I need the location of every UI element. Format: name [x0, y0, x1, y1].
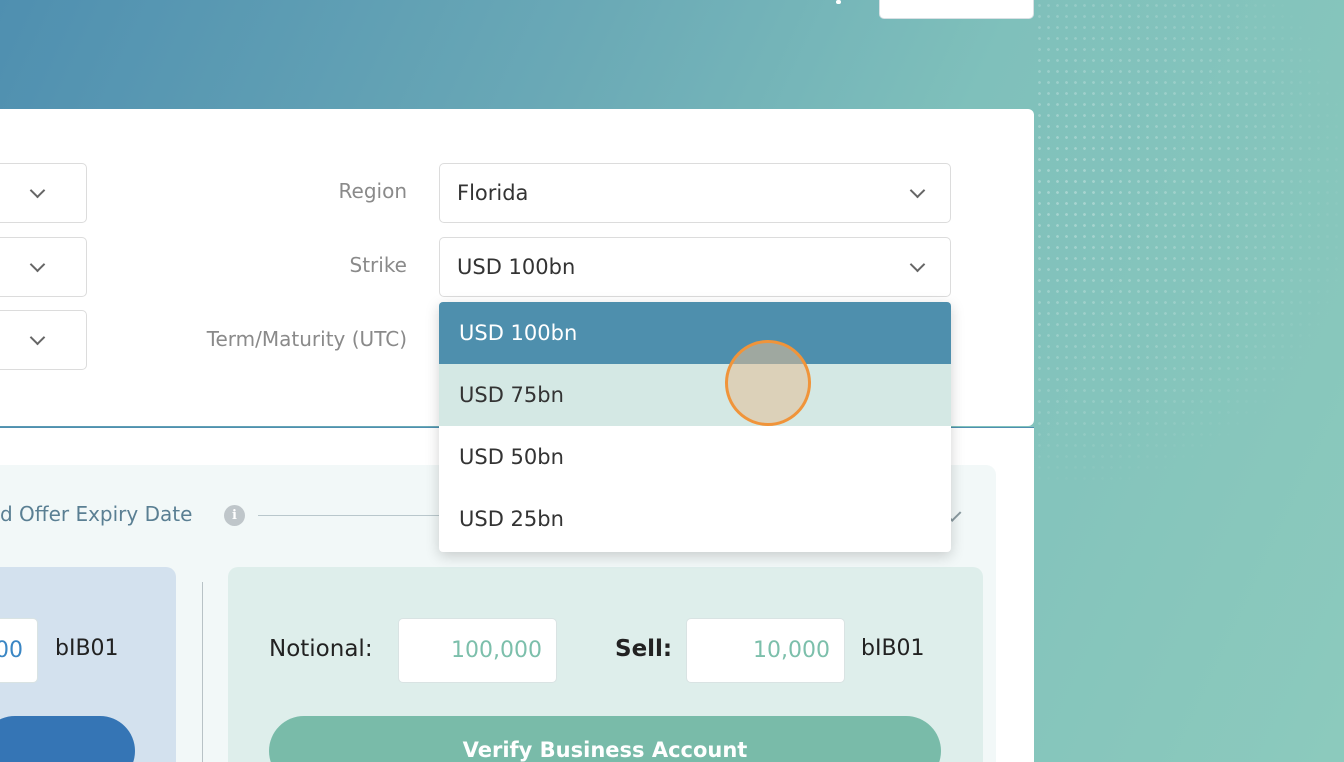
sell-input[interactable]: 10,000 [686, 618, 845, 683]
strike-select[interactable]: USD 100bn [439, 237, 951, 297]
strike-option-50bn[interactable]: USD 50bn [439, 426, 951, 488]
term-label: Term/Maturity (UTC) [206, 327, 407, 351]
strike-option-100bn[interactable]: USD 100bn [439, 302, 951, 364]
chevron-down-icon [29, 256, 46, 273]
strike-label: Strike [349, 253, 408, 277]
notional-label: Notional: [269, 636, 373, 662]
left-select-1[interactable] [0, 163, 87, 223]
sell-unit: bIB01 [861, 636, 925, 661]
header-input[interactable] [879, 0, 1034, 19]
sell-label: Sell: [615, 636, 673, 662]
left-select-2[interactable] [0, 237, 87, 297]
region-select[interactable]: Florida [439, 163, 951, 223]
chevron-down-icon [29, 329, 46, 346]
strike-option-75bn[interactable]: USD 75bn [439, 364, 951, 426]
left-select-3[interactable] [0, 310, 87, 370]
region-label: Region [338, 179, 407, 203]
chevron-down-icon [29, 182, 46, 199]
notional-input[interactable]: 100,000 [398, 618, 557, 683]
offer-expiry-label: d Offer Expiry Date [0, 502, 193, 526]
buy-amount-input[interactable]: 00 [0, 618, 38, 683]
offer-divider [258, 515, 440, 516]
chevron-down-icon [909, 256, 926, 273]
mouse-cursor-indicator [725, 340, 811, 426]
strike-dropdown-menu: USD 100bn USD 75bn USD 50bn USD 25bn [439, 302, 951, 552]
background-dot-pattern [1035, 0, 1344, 480]
notional-value: 100,000 [451, 638, 542, 663]
strike-option-25bn[interactable]: USD 25bn [439, 488, 951, 550]
strike-value: USD 100bn [457, 255, 576, 279]
info-icon[interactable]: i [224, 505, 245, 526]
buy-amount-value: 00 [0, 638, 23, 663]
region-value: Florida [457, 181, 529, 205]
header-indicator [836, 0, 841, 4]
sell-value: 10,000 [753, 638, 830, 663]
vertical-divider [202, 582, 203, 762]
verify-business-account-button[interactable]: Verify Business Account [269, 716, 941, 762]
buy-unit: bIB01 [55, 636, 119, 661]
buy-button[interactable] [0, 716, 135, 762]
chevron-down-icon [909, 182, 926, 199]
